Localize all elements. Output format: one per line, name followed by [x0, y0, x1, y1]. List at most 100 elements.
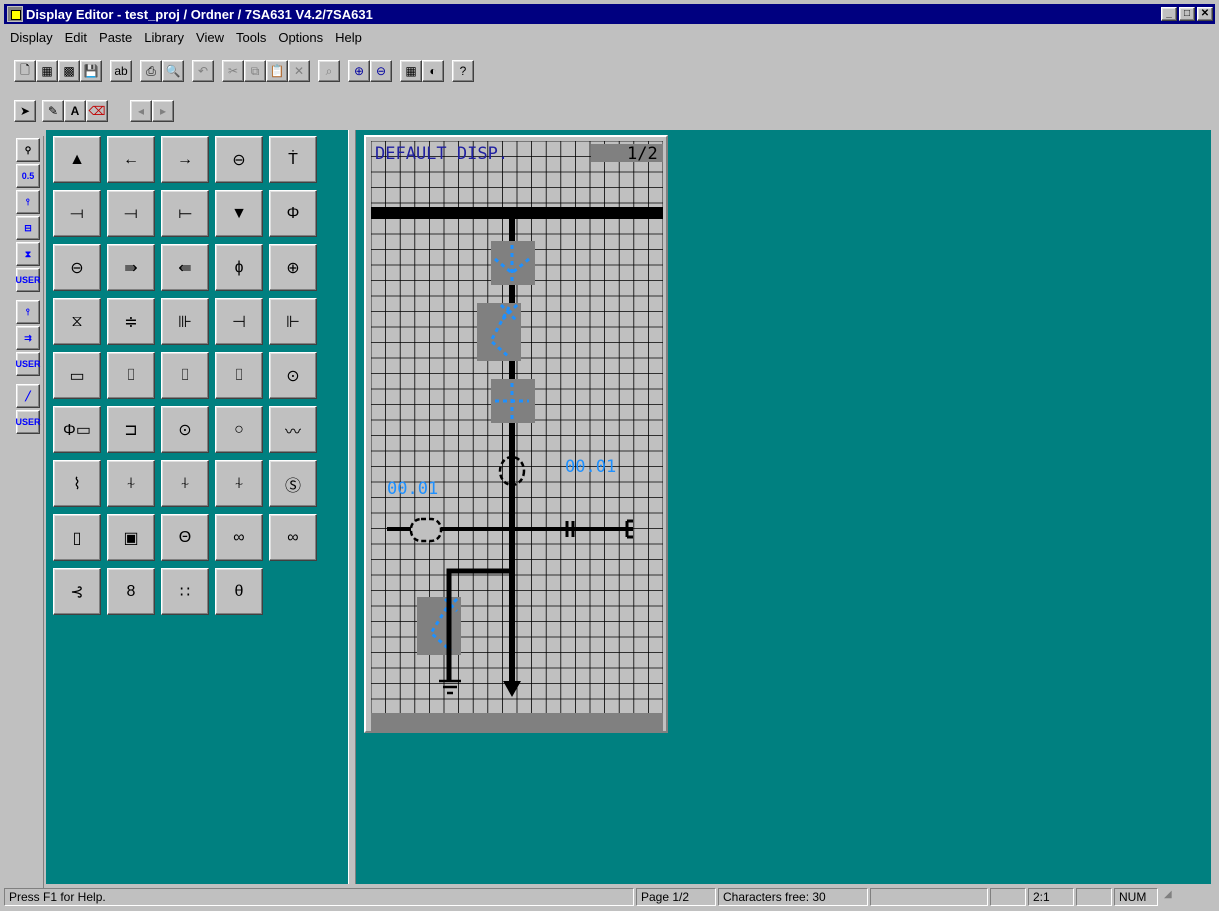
- symbol-button-r2c1[interactable]: ⟞: [53, 190, 101, 237]
- spell-check-button[interactable]: ab: [110, 60, 132, 82]
- symbol-button-r5c5[interactable]: ⊙: [269, 352, 317, 399]
- symbol-button-r7c1[interactable]: ⌇: [53, 460, 101, 507]
- category-switch-button[interactable]: ⫯: [16, 190, 40, 214]
- symbol-button-r6c2[interactable]: ⊐: [107, 406, 155, 453]
- symbol-button-r4c3[interactable]: ⊪: [161, 298, 209, 345]
- print-preview-button[interactable]: 🔍: [162, 60, 184, 82]
- category-magnifier-button[interactable]: ⚲: [16, 138, 40, 162]
- symbol-button-r4c1[interactable]: ⧖: [53, 298, 101, 345]
- symbol-icon: ≑: [124, 313, 138, 331]
- symbol-button-r2c4[interactable]: ▼: [215, 190, 263, 237]
- category-user-symbol-button[interactable]: USER: [16, 268, 41, 292]
- symbol-button-r7c2[interactable]: ⍭: [107, 460, 155, 507]
- symbol-button-r3c3[interactable]: ⇚: [161, 244, 209, 291]
- symbol-button-r7c5[interactable]: Ⓢ: [269, 460, 317, 507]
- symbol-button-r4c2[interactable]: ≑: [107, 298, 155, 345]
- category-hourglass-button[interactable]: ⧗: [16, 242, 40, 266]
- symbol-button-r7c4[interactable]: ⍭: [215, 460, 263, 507]
- save-button[interactable]: 💾: [80, 60, 102, 82]
- display-canvas[interactable]: DEFAULT DISP. 1/2 00.01 00.01: [364, 135, 668, 733]
- symbol-button-r3c1[interactable]: ⊖: [53, 244, 101, 291]
- menu-edit[interactable]: Edit: [59, 30, 93, 45]
- menu-view[interactable]: View: [190, 30, 230, 45]
- category-measured-value-button[interactable]: 0.5: [16, 164, 40, 188]
- menu-paste[interactable]: Paste: [93, 30, 138, 45]
- symbol-button-r9c2[interactable]: 8: [107, 568, 155, 615]
- symbol-icon: ⇚: [178, 259, 192, 277]
- contrast-button[interactable]: ◐: [422, 60, 444, 82]
- symbol-button-r1c5[interactable]: Ṫ: [269, 136, 317, 183]
- color-image-button[interactable]: ▩: [58, 60, 80, 82]
- category-disconnector-button[interactable]: ⫯: [16, 300, 40, 324]
- symbol-button-r6c5[interactable]: 〰: [269, 406, 317, 453]
- category-user-library-button[interactable]: USER: [16, 352, 41, 376]
- symbol-button-r1c2[interactable]: ←: [107, 136, 155, 183]
- category-feeder-button[interactable]: ⇉: [16, 326, 40, 350]
- symbol-button-r6c1[interactable]: Φ▭: [53, 406, 101, 453]
- properties-button[interactable]: ⌕: [318, 60, 340, 82]
- help-button[interactable]: ?: [452, 60, 474, 82]
- scroll-left-button[interactable]: ◂: [130, 100, 152, 122]
- symbol-button-r8c5[interactable]: ∞: [269, 514, 317, 561]
- minimize-button[interactable]: _: [1161, 7, 1177, 21]
- symbol-button-r9c3[interactable]: ∷: [161, 568, 209, 615]
- symbol-button-r1c4[interactable]: ⊖: [215, 136, 263, 183]
- maximize-button[interactable]: □: [1179, 7, 1195, 21]
- splitter[interactable]: [348, 130, 356, 884]
- select-arrow-button[interactable]: ➤: [14, 100, 36, 122]
- symbol-icon: 8: [126, 582, 136, 600]
- new-file-button[interactable]: 🗋: [14, 60, 36, 82]
- print-button[interactable]: ⎙: [140, 60, 162, 82]
- copy-button[interactable]: ⧉: [244, 60, 266, 82]
- symbol-button-r3c5[interactable]: ⊕: [269, 244, 317, 291]
- menu-library[interactable]: Library: [138, 30, 190, 45]
- menu-tools[interactable]: Tools: [230, 30, 272, 45]
- symbol-button-r7c3[interactable]: ⍭: [161, 460, 209, 507]
- image-button[interactable]: ▦: [36, 60, 58, 82]
- category-line-button[interactable]: ╱: [16, 384, 40, 408]
- symbol-button-r4c5[interactable]: ⊩: [269, 298, 317, 345]
- symbol-button-r6c4[interactable]: ○: [215, 406, 263, 453]
- text-button[interactable]: A: [64, 100, 86, 122]
- symbol-button-r5c3[interactable]: ⌷: [161, 352, 209, 399]
- symbol-button-r2c5[interactable]: Φ: [269, 190, 317, 237]
- close-button[interactable]: ✕: [1197, 7, 1213, 21]
- symbol-button-r5c1[interactable]: ▭: [53, 352, 101, 399]
- paste-button[interactable]: 📋: [266, 60, 288, 82]
- symbol-button-r1c3[interactable]: →: [161, 136, 209, 183]
- zoom-out-button[interactable]: ⊖: [370, 60, 392, 82]
- zoom-in-button[interactable]: ⊕: [348, 60, 370, 82]
- undo-button[interactable]: ↶: [192, 60, 214, 82]
- lcd-grid[interactable]: DEFAULT DISP. 1/2 00.01 00.01: [371, 141, 663, 731]
- grid-button[interactable]: ▦: [400, 60, 422, 82]
- symbol-icon: ⌷: [234, 366, 244, 384]
- symbol-button-r9c4[interactable]: θ: [215, 568, 263, 615]
- eraser-button[interactable]: ⌫: [86, 100, 108, 122]
- symbol-button-r6c3[interactable]: ⊙: [161, 406, 209, 453]
- menu-options[interactable]: Options: [272, 30, 329, 45]
- category-user-line-button[interactable]: USER: [16, 410, 41, 434]
- symbol-button-r9c1[interactable]: ⊰: [53, 568, 101, 615]
- symbol-button-r8c1[interactable]: ▯: [53, 514, 101, 561]
- menu-display[interactable]: Display: [4, 30, 59, 45]
- app-icon[interactable]: [7, 6, 23, 22]
- symbol-button-r1c1[interactable]: ▲: [53, 136, 101, 183]
- symbol-button-r2c2[interactable]: ⟞: [107, 190, 155, 237]
- resize-grip-icon[interactable]: ◢: [1160, 888, 1188, 906]
- symbol-button-r3c2[interactable]: ⇛: [107, 244, 155, 291]
- menu-help[interactable]: Help: [329, 30, 368, 45]
- symbol-button-r4c4[interactable]: ⊣: [215, 298, 263, 345]
- delete-button[interactable]: ✕: [288, 60, 310, 82]
- symbol-button-r3c4[interactable]: ɸ: [215, 244, 263, 291]
- symbol-button-r8c4[interactable]: ∞: [215, 514, 263, 561]
- cut-button[interactable]: ✂: [222, 60, 244, 82]
- symbol-button-r8c2[interactable]: ▣: [107, 514, 155, 561]
- symbol-icon: θ: [234, 582, 244, 600]
- symbol-button-r8c3[interactable]: Θ: [161, 514, 209, 561]
- category-breaker-button[interactable]: ⊟: [16, 216, 40, 240]
- scroll-right-button[interactable]: ▸: [152, 100, 174, 122]
- pencil-button[interactable]: ✎: [42, 100, 64, 122]
- symbol-button-r2c3[interactable]: ⟝: [161, 190, 209, 237]
- symbol-button-r5c4[interactable]: ⌷: [215, 352, 263, 399]
- symbol-button-r5c2[interactable]: ⌷: [107, 352, 155, 399]
